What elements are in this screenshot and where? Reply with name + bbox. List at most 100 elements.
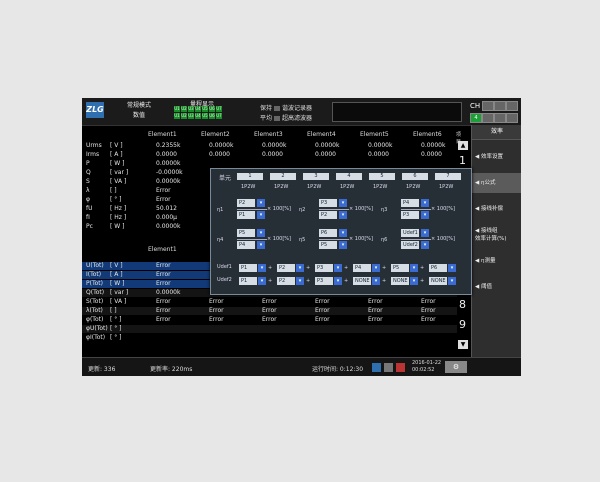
table-row[interactable]: Irms [ A ] 0.0000 0.0000 0.0000 0.0000 0.0000 0… xyxy=(82,151,457,159)
mode-indicator[interactable]: 常规模式 数值 xyxy=(116,101,162,121)
top-button-4[interactable] xyxy=(482,113,494,123)
chevron-down-icon[interactable]: ▾ xyxy=(372,277,380,285)
menu-title: 效率 xyxy=(472,125,521,140)
eta-den-select[interactable]: P1 xyxy=(237,211,255,219)
chevron-down-icon[interactable]: ▾ xyxy=(410,264,418,272)
eta-num-select[interactable]: P5 xyxy=(237,229,255,237)
chevron-down-icon[interactable]: ▾ xyxy=(421,241,429,249)
percent-factor: × 100[%] xyxy=(267,236,291,242)
table-row[interactable]: φI(Tot) [ ° ] xyxy=(82,334,457,342)
menu-threshold[interactable]: ◀ 阈值 xyxy=(472,277,521,297)
chevron-down-icon[interactable]: ▾ xyxy=(257,199,265,207)
udef2-select[interactable]: P2 xyxy=(277,277,295,285)
menu-wiring-group[interactable]: ◀ 接线组 效率计算(%) xyxy=(472,223,521,247)
chevron-down-icon[interactable]: ▾ xyxy=(258,264,266,272)
chevron-down-icon[interactable]: ▾ xyxy=(296,277,304,285)
row-unit: [ A ] xyxy=(110,271,123,278)
ch-label: CH xyxy=(470,102,481,110)
udef1-select[interactable]: P5 xyxy=(391,264,409,272)
row-unit: [ V ] xyxy=(110,142,123,149)
chevron-down-icon[interactable]: ▾ xyxy=(421,199,429,207)
cell-value: 0.0000 xyxy=(209,151,230,158)
cell-value: Error xyxy=(156,271,171,278)
chevron-down-icon[interactable]: ▾ xyxy=(339,211,347,219)
row-name: fU xyxy=(86,205,93,212)
udef1-select[interactable]: P1 xyxy=(239,264,257,272)
eta-num-select[interactable]: P2 xyxy=(237,199,255,207)
chevron-down-icon[interactable]: ▾ xyxy=(448,264,456,272)
eta-num-select[interactable]: Udef1 xyxy=(401,229,419,237)
udef2-select[interactable]: NONE xyxy=(391,277,409,285)
channel-indicator: U2 xyxy=(181,106,187,112)
top-button-5[interactable] xyxy=(494,113,506,123)
plus-sign: + xyxy=(268,278,273,284)
row-name: P xyxy=(86,160,90,167)
eta-den-select[interactable]: P4 xyxy=(237,241,255,249)
channel-spacer xyxy=(223,106,229,112)
chevron-down-icon[interactable]: ▾ xyxy=(334,277,342,285)
table-row[interactable]: S(Tot) [ VA ] Error Error Error Error Error Err… xyxy=(82,298,457,306)
table-row[interactable]: λ(Tot) [ ] Error Error Error Error Error Error xyxy=(82,307,457,315)
scroll-down-button[interactable]: ▼ xyxy=(458,340,468,349)
settings-gear-icon[interactable]: ⚙ xyxy=(445,361,467,373)
cell-value: 0.0000k xyxy=(421,142,446,149)
top-bar: ZLG 常规模式 数值 量程显示 U1 U2 U3 U4 U5 U6 U7 U1 U2 U3 U4 U… xyxy=(82,98,521,126)
table-row[interactable]: P [ W ] 0.0000k xyxy=(82,160,457,168)
scroll-up-button[interactable]: ▲ xyxy=(458,141,468,150)
chevron-down-icon[interactable]: ▾ xyxy=(421,211,429,219)
top-button-3[interactable] xyxy=(506,101,518,111)
chevron-down-icon[interactable]: ▾ xyxy=(334,264,342,272)
udef1-select[interactable]: P6 xyxy=(429,264,447,272)
udef2-select[interactable]: NONE xyxy=(353,277,371,285)
eta-num-select[interactable]: P3 xyxy=(319,199,337,207)
eta-den-select[interactable]: P2 xyxy=(319,211,337,219)
menu-eta-measure[interactable]: ◀ η测量 xyxy=(472,251,521,271)
menu-eta-formula[interactable]: ◀ η公式 xyxy=(472,173,521,193)
chevron-down-icon[interactable]: ▾ xyxy=(421,229,429,237)
row-unit: [ W ] xyxy=(110,160,125,167)
top-button-1[interactable] xyxy=(482,101,494,111)
wiring-type: 1P2W xyxy=(274,184,289,190)
menu-label: 阈值 xyxy=(480,284,492,290)
udef2-select[interactable]: P3 xyxy=(315,277,333,285)
wiring-type: 1P2W xyxy=(340,184,355,190)
table-row[interactable]: Urms [ V ] 0.2355k 0.0000k 0.0000k 0.0000k 0.0… xyxy=(82,142,457,150)
table-row[interactable]: φU(Tot)[ ° ] xyxy=(82,325,457,333)
hold-switch[interactable]: 保持 谐波记录器 xyxy=(260,103,312,112)
udef1-select[interactable]: P4 xyxy=(353,264,371,272)
chevron-down-icon[interactable]: ▾ xyxy=(257,241,265,249)
eta-den-select[interactable]: P5 xyxy=(319,241,337,249)
cell-value: Error xyxy=(315,307,330,314)
cell-value: Error xyxy=(315,316,330,323)
udef2-select[interactable]: P1 xyxy=(239,277,257,285)
chevron-down-icon[interactable]: ▾ xyxy=(372,264,380,272)
chevron-down-icon[interactable]: ▾ xyxy=(296,264,304,272)
date: 2016-01-22 xyxy=(412,360,442,366)
menu-wiring-compensation[interactable]: ◀ 接线补偿 xyxy=(472,199,521,219)
eta-den-select[interactable]: Udef2 xyxy=(401,241,419,249)
chevron-down-icon[interactable]: ▾ xyxy=(339,241,347,249)
menu-efficiency-settings[interactable]: ◀ 效率设置 xyxy=(472,147,521,167)
cell-value: Error xyxy=(421,307,436,314)
average-switch[interactable]: 平均 超高滤波器 xyxy=(260,113,312,122)
chevron-down-icon[interactable]: ▾ xyxy=(339,229,347,237)
chevron-down-icon[interactable]: ▾ xyxy=(257,229,265,237)
top-button-6[interactable] xyxy=(506,113,518,123)
table-row[interactable]: φ(Tot) [ ° ] Error Error Error Error Error Erro… xyxy=(82,316,457,324)
instrument-screen: ZLG 常规模式 数值 量程显示 U1 U2 U3 U4 U5 U6 U7 U1 U2 U3 U4 U… xyxy=(82,98,521,376)
chevron-down-icon[interactable]: ▾ xyxy=(258,277,266,285)
eta-den-select[interactable]: P3 xyxy=(401,211,419,219)
top-button-2[interactable] xyxy=(494,101,506,111)
row-name: P(Tot) xyxy=(86,280,103,287)
chevron-down-icon[interactable]: ▾ xyxy=(257,211,265,219)
cell-value: -0.0000k xyxy=(156,169,183,176)
udef1-select[interactable]: P3 xyxy=(315,264,333,272)
udef1-select[interactable]: P2 xyxy=(277,264,295,272)
chevron-down-icon[interactable]: ▾ xyxy=(410,277,418,285)
percent-factor: × 100[%] xyxy=(349,206,373,212)
eta-num-select[interactable]: P4 xyxy=(401,199,419,207)
chevron-down-icon[interactable]: ▾ xyxy=(339,199,347,207)
eta-num-select[interactable]: P6 xyxy=(319,229,337,237)
udef2-select[interactable]: NONE xyxy=(429,277,447,285)
chevron-down-icon[interactable]: ▾ xyxy=(448,277,456,285)
